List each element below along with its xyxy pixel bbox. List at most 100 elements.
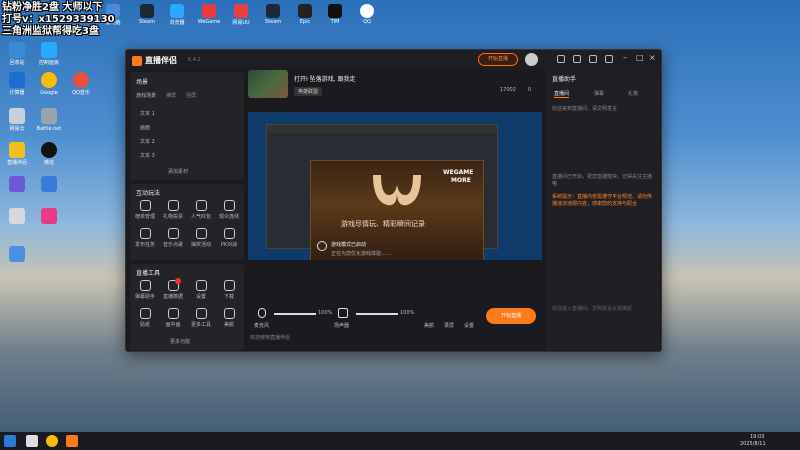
desktop-icon-top-8[interactable]: TIM xyxy=(320,4,350,25)
desktop-icon-left-11[interactable] xyxy=(32,176,66,194)
tool-redpacket[interactable]: 人气红包 xyxy=(188,200,214,220)
source-item[interactable]: 画面 xyxy=(140,124,150,131)
desktop-icon-left-9[interactable]: 微信 xyxy=(32,142,66,166)
category-tag[interactable]: 英雄联盟 xyxy=(294,87,323,96)
tool-pip[interactable]: 画中画 xyxy=(160,308,186,328)
stream-preview[interactable]: WEGAME MORE 游戏尽情玩、精彩瞬间记录 游戏模式已启动 正在为您优化游… xyxy=(248,112,542,272)
desktop-icon-top-7[interactable]: Epic xyxy=(290,4,320,25)
mic-label: 麦克风 xyxy=(254,323,270,329)
tool-danmu[interactable]: 弹幕助手 xyxy=(132,280,158,300)
logo-icon xyxy=(132,55,142,66)
tool-rank[interactable]: 榜单管理 xyxy=(132,200,158,220)
speaker-volume-slider[interactable] xyxy=(356,313,398,315)
source-item[interactable]: 文本 2 xyxy=(140,138,155,145)
right-tab-1[interactable]: 直播间 xyxy=(554,90,570,98)
app-icon xyxy=(9,208,25,224)
app-icon xyxy=(9,246,25,262)
speaker-icon[interactable] xyxy=(338,308,348,318)
wegame-splash: WEGAME MORE 游戏尽情玩、精彩瞬间记录 游戏模式已启动 正在为您优化游… xyxy=(310,160,484,272)
search-icon[interactable] xyxy=(26,435,38,447)
tool-download[interactable]: 下载 xyxy=(216,280,242,300)
right-tab-3[interactable]: 礼物 xyxy=(628,90,638,97)
title-bar: 直播伴侣 6.4.2 开始直播 – □ × xyxy=(126,50,661,70)
tool-more[interactable]: 更多工具 xyxy=(188,308,214,328)
menu-icon[interactable] xyxy=(605,55,613,63)
desktop-icon-top-2[interactable]: Steam xyxy=(132,4,162,25)
vote-icon xyxy=(167,200,179,211)
browser-icon xyxy=(170,4,184,18)
lottery-icon xyxy=(195,228,207,239)
desktop-icon-left-4[interactable]: Google xyxy=(32,72,66,96)
qq-icon xyxy=(41,142,57,158)
control-tool-3[interactable]: 设置 xyxy=(464,322,474,329)
minimize-icon[interactable]: – xyxy=(623,53,627,62)
desktop-icon-left-3[interactable]: 计算器 xyxy=(0,72,34,96)
scene-tab-1[interactable]: 游戏场景 xyxy=(136,92,156,99)
desktop-icon-top-4[interactable]: WeGame xyxy=(194,4,224,25)
desktop-icon-left-12[interactable] xyxy=(0,208,34,226)
desktop-icon-top-3[interactable]: 浏览器 xyxy=(162,4,192,26)
tool-music[interactable]: 音乐点歌 xyxy=(160,228,186,248)
live-companion-icon[interactable] xyxy=(66,435,78,447)
desktop-icon-left-14[interactable] xyxy=(0,246,34,264)
pk-icon xyxy=(223,228,235,239)
desktop-icon-left-1[interactable]: 回收站 xyxy=(0,42,34,66)
go-live-button[interactable]: 开始直播 xyxy=(478,53,518,66)
more-icon xyxy=(195,308,207,319)
desktop-icon-left-8[interactable]: 直播伴侣 xyxy=(0,142,34,166)
tool-connect[interactable]: 观众连线 xyxy=(216,200,242,220)
desktop-icon-top-9[interactable]: QQ xyxy=(352,4,382,25)
source-item[interactable]: 文本 1 xyxy=(140,110,155,117)
desktop-icon-left-6[interactable]: 网易云 xyxy=(0,108,34,132)
recycle-bin-icon xyxy=(9,42,25,58)
tool-data[interactable]: 直播数据 xyxy=(160,278,186,300)
mail-icon[interactable] xyxy=(573,55,581,63)
app-logo: 直播伴侣 xyxy=(132,55,177,66)
speaker-volume-value: 100% xyxy=(400,310,415,316)
desktop-icon-left-2[interactable]: 控制面板 xyxy=(32,42,66,66)
loading-icon xyxy=(317,241,327,251)
desktop-icon-left-7[interactable]: Battle.net xyxy=(32,108,66,132)
connect-icon xyxy=(223,200,235,211)
tool-beauty[interactable]: 美颜 xyxy=(216,308,242,328)
control-tool-1[interactable]: 美颜 xyxy=(424,322,434,329)
tool-settings[interactable]: 设置 xyxy=(188,280,214,300)
desktop-icon-left-10[interactable] xyxy=(0,176,34,194)
interact-panel: 互动玩法 榜单管理 礼物投票 人气红包 观众连线 发布任务 音乐点歌 抽奖活动 … xyxy=(130,184,244,260)
desktop-icon-left-13[interactable] xyxy=(32,208,66,226)
start-icon[interactable] xyxy=(4,435,16,447)
tool-sticker[interactable]: 贴纸 xyxy=(132,308,158,328)
right-panel-title: 直播助手 xyxy=(552,76,577,83)
right-tab-2[interactable]: 弹幕 xyxy=(594,90,604,97)
desktop-icon-top-5[interactable]: 网易UU xyxy=(226,4,256,26)
mic-volume-slider[interactable] xyxy=(274,313,316,315)
desktop-icon-top-6[interactable]: Steam xyxy=(258,4,288,25)
start-live-button[interactable]: 开始直播 xyxy=(486,308,536,324)
rank-icon xyxy=(139,200,151,211)
settings-icon[interactable] xyxy=(589,55,597,63)
mustache-logo-icon xyxy=(373,175,421,206)
tool-task[interactable]: 发布任务 xyxy=(132,228,158,248)
more-functions-button[interactable]: 更多功能 xyxy=(170,338,190,345)
tool-lottery[interactable]: 抽奖活动 xyxy=(188,228,214,248)
mic-icon[interactable] xyxy=(258,308,266,318)
tool-pk[interactable]: PK对战 xyxy=(216,228,242,248)
scene-tab-2[interactable]: 横屏 xyxy=(166,92,176,99)
stream-title[interactable]: 打开Ⅰ 坠落游戏, 跟我走 xyxy=(294,74,356,83)
control-tool-2[interactable]: 录屏 xyxy=(444,322,454,329)
avatar[interactable] xyxy=(525,53,538,66)
tool-vote[interactable]: 礼物投票 xyxy=(160,200,186,220)
maximize-icon[interactable]: □ xyxy=(636,53,644,62)
desktop-icon-left-5[interactable]: QQ音乐 xyxy=(64,72,98,96)
game-icon xyxy=(9,142,25,158)
stream-cover[interactable] xyxy=(248,70,288,98)
source-item[interactable]: 文本 3 xyxy=(140,152,155,159)
app-icon xyxy=(41,176,57,192)
close-icon[interactable]: × xyxy=(649,53,656,62)
add-source-button[interactable]: 添加素材 xyxy=(168,168,188,175)
epic-icon xyxy=(298,4,312,18)
message-icon[interactable] xyxy=(557,55,565,63)
chrome-icon[interactable] xyxy=(46,435,58,447)
scene-tab-3[interactable]: 竖屏 xyxy=(186,92,196,99)
download-icon xyxy=(223,280,235,291)
